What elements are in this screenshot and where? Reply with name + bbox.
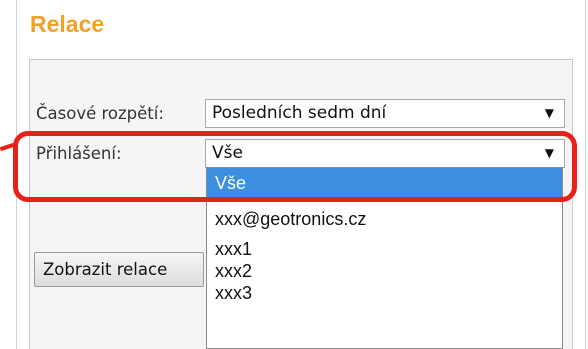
time-range-select[interactable]: Posledních sedm dní ▼ — [205, 99, 565, 128]
dropdown-option[interactable]: xxx1 — [207, 239, 562, 260]
chevron-down-icon: ▼ — [544, 146, 554, 160]
dropdown-option[interactable]: xxx3 — [207, 283, 562, 304]
login-select[interactable]: Vše ▼ — [205, 139, 565, 168]
dropdown-option[interactable]: xxx@geotronics.cz — [207, 209, 562, 230]
view-sessions-button[interactable]: Zobrazit relace — [34, 252, 204, 287]
login-label: Přihlášení: — [36, 144, 122, 163]
annotation-arrow — [0, 142, 15, 152]
login-value: Vše — [212, 143, 243, 163]
time-range-label: Časové rozpětí: — [36, 104, 164, 123]
panel-title: Relace — [30, 11, 105, 37]
chevron-down-icon: ▼ — [544, 106, 554, 120]
login-dropdown-list: Vše xxx@geotronics.cz xxx1 xxx2 xxx3 — [206, 167, 563, 349]
dropdown-option[interactable]: xxx2 — [207, 261, 562, 282]
time-range-value: Posledních sedm dní — [212, 103, 387, 123]
dropdown-option[interactable]: Vše — [207, 168, 562, 198]
